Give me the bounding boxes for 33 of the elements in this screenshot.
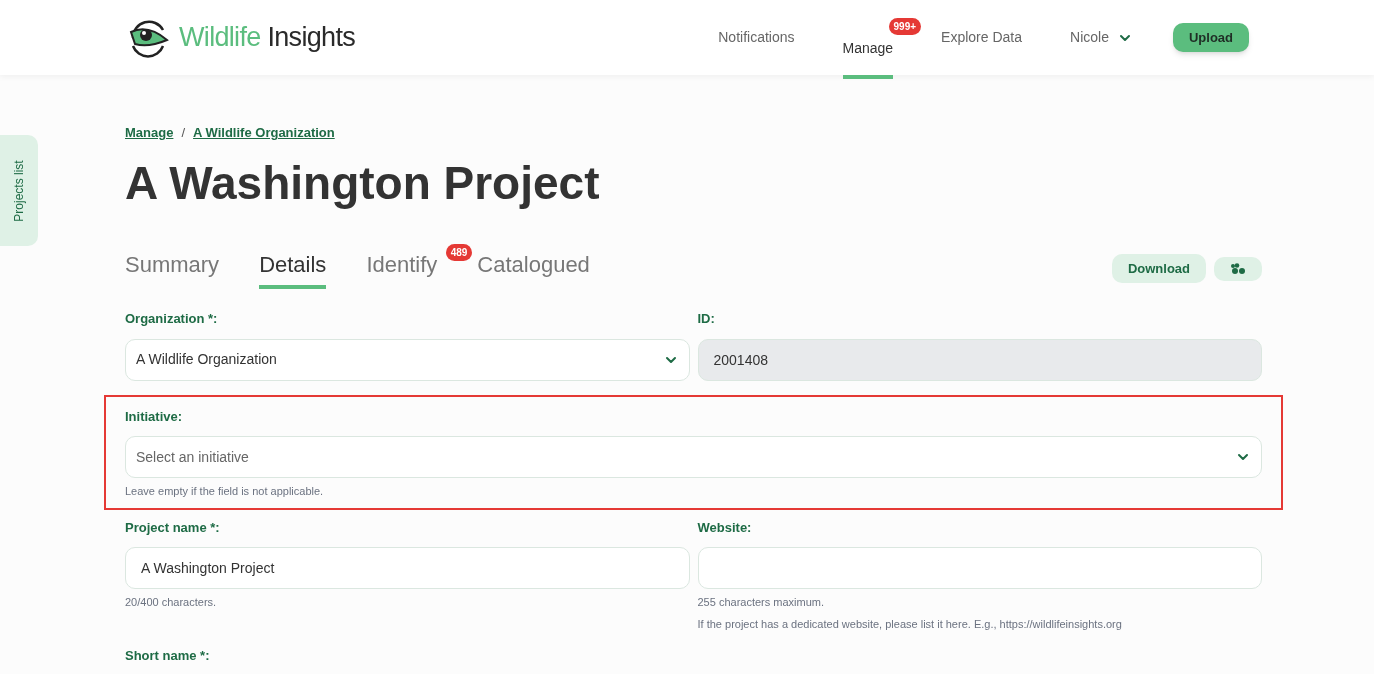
upload-button[interactable]: Upload bbox=[1172, 22, 1249, 53]
field-label: Website: bbox=[697, 518, 753, 537]
breadcrumb-separator: / bbox=[181, 124, 186, 142]
nav-link[interactable]: Notifications bbox=[718, 27, 795, 48]
field-hint: 255 characters maximum. bbox=[697, 595, 826, 610]
user-menu[interactable]: Nicole bbox=[1046, 27, 1157, 48]
input-field[interactable] bbox=[697, 547, 1262, 589]
field-label: ID: bbox=[697, 310, 716, 328]
tab[interactable]: Identify bbox=[366, 248, 438, 289]
field-label: Initiative: bbox=[125, 407, 184, 426]
field-label: Short name *: bbox=[125, 647, 211, 665]
count-badge: 489 bbox=[445, 244, 473, 261]
select-field[interactable]: Select an initiative bbox=[125, 436, 1262, 478]
projects-list-tab[interactable]: Projects list bbox=[0, 135, 38, 246]
download-button[interactable]: Download bbox=[1111, 253, 1206, 284]
tab[interactable]: Summary bbox=[125, 248, 220, 289]
field-label: Organization *: bbox=[125, 310, 219, 328]
team-settings-button[interactable] bbox=[1214, 256, 1262, 281]
tab[interactable]: Catalogued bbox=[477, 248, 590, 289]
breadcrumb-link[interactable]: Manage bbox=[125, 123, 174, 143]
field-label: Project name *: bbox=[125, 518, 221, 537]
people-group-icon bbox=[1230, 262, 1246, 275]
select-field[interactable]: A Wildlife Organization bbox=[125, 338, 690, 381]
breadcrumb-link[interactable]: A Wildlife Organization bbox=[193, 123, 335, 143]
count-badge: 999+ bbox=[888, 18, 922, 35]
field-hint: 20/400 characters. bbox=[125, 595, 218, 610]
input-field[interactable]: A Washington Project bbox=[125, 547, 690, 589]
field-hint: If the project has a dedicated website, please list it here. E.g., https://wildlifeinsights.org bbox=[697, 616, 1123, 632]
logo-wordmark[interactable]: Wildlife Insights bbox=[179, 17, 356, 58]
tab[interactable]: Details bbox=[259, 248, 327, 289]
field-hint: Leave empty if the field is not applicable. bbox=[125, 484, 325, 499]
nav-link[interactable]: Explore Data bbox=[941, 27, 1023, 48]
page-title: A Washington Project bbox=[125, 155, 601, 211]
